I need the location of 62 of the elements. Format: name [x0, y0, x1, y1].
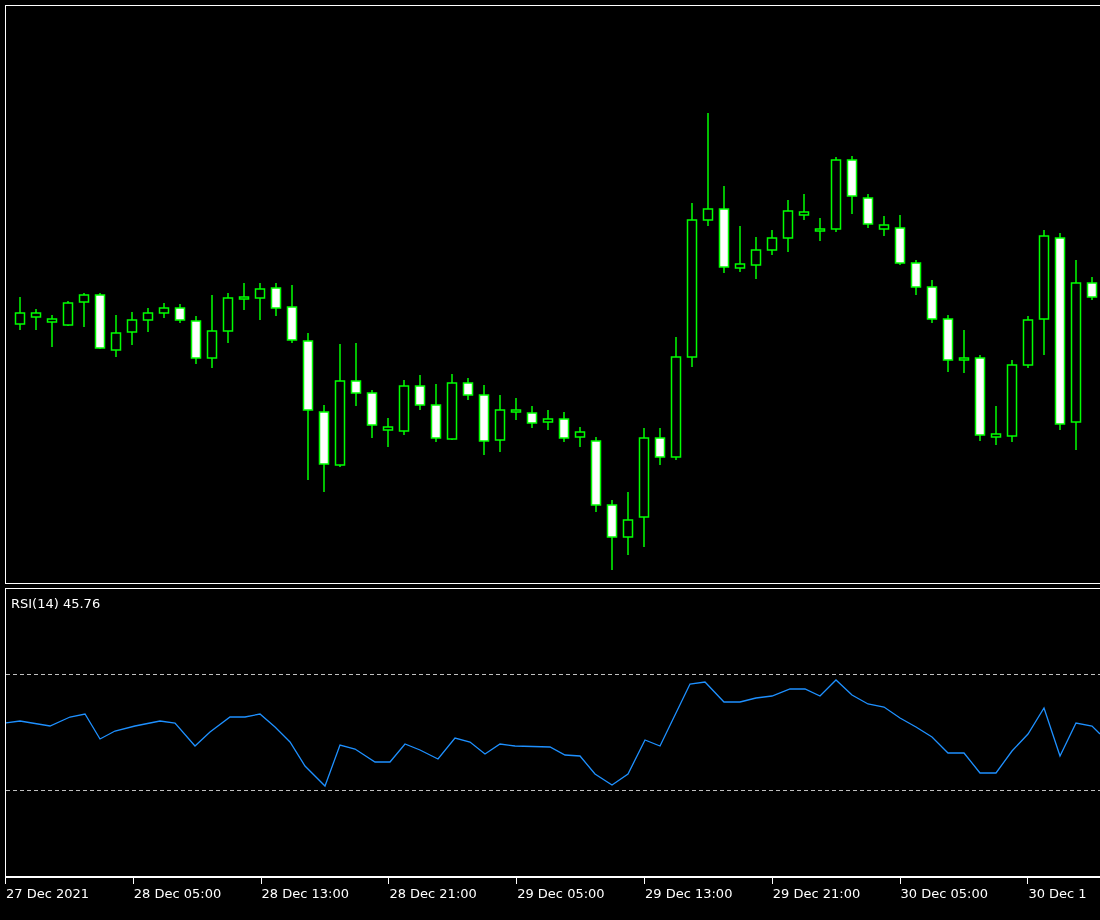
time-axis-label: 29 Dec 05:00	[517, 886, 605, 901]
candlestick	[94, 292, 106, 350]
candlestick	[62, 300, 74, 327]
candlestick	[270, 282, 282, 317]
candlestick	[30, 308, 42, 331]
candlestick	[478, 384, 490, 456]
candlestick	[862, 193, 874, 229]
time-axis-label: 28 Dec 13:00	[261, 886, 350, 901]
candlestick	[846, 155, 858, 215]
candlestick	[798, 193, 810, 221]
candlestick	[494, 394, 506, 453]
candlestick	[446, 373, 458, 441]
candlestick	[222, 292, 234, 344]
candlestick	[910, 259, 922, 296]
candlestick	[894, 214, 906, 266]
candlestick	[158, 302, 170, 319]
candlestick	[878, 215, 890, 237]
candlestick	[1022, 315, 1034, 369]
time-axis-label: 27 Dec 2021	[6, 886, 90, 901]
candlestick	[350, 342, 362, 407]
candlestick	[462, 377, 474, 401]
candlestick	[942, 314, 954, 373]
candlestick	[14, 296, 26, 331]
candlestick	[606, 499, 618, 571]
candlestick	[78, 292, 90, 328]
candlestick	[382, 417, 394, 448]
candlestick	[238, 282, 250, 311]
candlestick	[286, 284, 298, 344]
time-axis-label: 30 Dec 05:00	[900, 886, 988, 901]
candlestick	[654, 427, 666, 466]
time-axis-label: 28 Dec 05:00	[133, 886, 222, 901]
candlestick	[110, 314, 122, 358]
time-axis-label: 28 Dec 21:00	[389, 886, 477, 901]
candlestick	[510, 397, 522, 421]
time-axis-label: 30 Dec 1	[1028, 886, 1087, 901]
candlestick	[190, 315, 202, 365]
candlestick	[574, 426, 586, 448]
candlestick	[398, 379, 410, 436]
candlestick	[526, 405, 538, 429]
candlestick	[958, 329, 970, 374]
candlestick	[558, 411, 570, 443]
candlestick	[766, 229, 778, 256]
rsi-label: RSI(14) 45.76	[11, 596, 101, 611]
candlestick	[622, 491, 634, 556]
candlestick	[1086, 276, 1098, 301]
candlestick	[174, 303, 186, 324]
candlestick	[782, 199, 794, 253]
candlestick	[46, 314, 58, 348]
candlestick	[542, 409, 554, 431]
candlestick	[750, 236, 762, 280]
candlestick	[430, 383, 442, 443]
candlestick	[990, 405, 1002, 446]
candlestick	[366, 389, 378, 439]
candlestick	[142, 307, 154, 333]
candlestick	[734, 225, 746, 273]
candlestick	[926, 279, 938, 324]
time-axis-label: 29 Dec 13:00	[645, 886, 733, 901]
time-axis-label: 29 Dec 21:00	[772, 886, 861, 901]
candlestick	[814, 217, 826, 242]
candlestick	[414, 374, 426, 411]
candlestick	[254, 282, 266, 321]
candlestick	[126, 311, 138, 346]
